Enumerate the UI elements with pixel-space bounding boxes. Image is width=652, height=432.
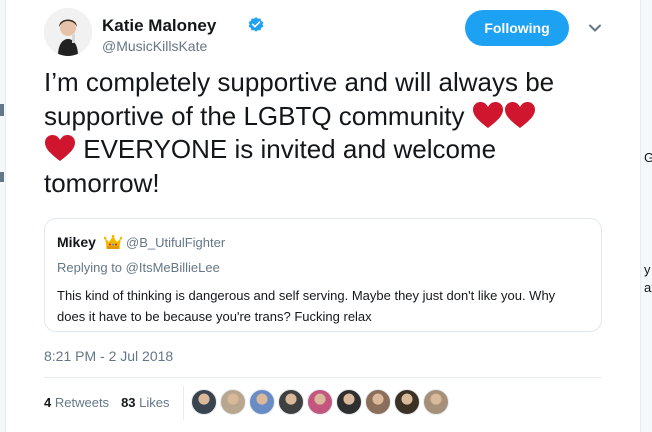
author-avatar[interactable]: [44, 8, 92, 56]
tweet-text-line: tomorrow!: [44, 167, 160, 198]
tweet-text-segment: EVERYONE is invited and welcome: [83, 134, 497, 164]
liker-avatar-3[interactable]: [249, 389, 275, 415]
retweets-label: Retweets: [54, 395, 110, 410]
chevron-down-icon[interactable]: [587, 20, 603, 36]
liker-avatar-6[interactable]: [336, 389, 362, 415]
background-fragment: [0, 172, 4, 182]
liker-avatar-9[interactable]: [423, 389, 449, 415]
following-button[interactable]: Following: [465, 10, 569, 46]
background-fragment: G: [644, 150, 652, 165]
red-heart-icon: [45, 135, 75, 161]
quoted-author-name: Mikey: [57, 234, 96, 250]
stats-divider: [183, 386, 184, 420]
tweet-text: I’m completely supportive and will alway…: [44, 66, 604, 200]
liker-avatar-1[interactable]: [191, 389, 217, 415]
replying-to: Replying to @ItsMeBillieLee: [57, 260, 220, 275]
quoted-text-line: does it have to be because you're trans?…: [57, 308, 372, 324]
tweet-stats: 4 Retweets 83 Likes: [44, 395, 170, 410]
quoted-tweet[interactable]: Mikey @B_UtifulFighter Replying to @ItsM…: [44, 218, 602, 332]
tweet-timestamp[interactable]: 8:21 PM - 2 Jul 2018: [44, 348, 173, 364]
quoted-tweet-text: This kind of thinking is dangerous and s…: [57, 286, 593, 327]
liker-avatar-2[interactable]: [220, 389, 246, 415]
liker-avatar-8[interactable]: [394, 389, 420, 415]
red-heart-icon: [472, 101, 503, 128]
author-name[interactable]: Katie Maloney: [102, 16, 216, 36]
background-page-right: G y ax: [640, 0, 652, 432]
quoted-author-handle: @B_UtifulFighter: [126, 235, 226, 250]
background-fragment: y: [644, 262, 651, 277]
tweet-text-line: EVERYONE is invited and welcome: [44, 133, 604, 167]
background-page-left: [0, 0, 6, 432]
avatar-photo-icon: [44, 8, 92, 56]
red-heart-icon: [504, 101, 535, 128]
retweets-count: 4: [44, 395, 52, 410]
retweets-stat[interactable]: 4 Retweets: [44, 395, 109, 410]
replying-to-handle[interactable]: @ItsMeBillieLee: [126, 260, 220, 275]
tweet-text-line: I’m completely supportive and will alway…: [44, 67, 555, 97]
likes-stat[interactable]: 83 Likes: [121, 395, 169, 410]
divider: [44, 377, 602, 378]
background-fragment: ax: [644, 280, 652, 295]
verified-badge-icon: [248, 17, 264, 32]
liker-avatar-7[interactable]: [365, 389, 391, 415]
author-handle[interactable]: @MusicKillsKate: [102, 38, 207, 54]
likes-count: 83: [121, 395, 136, 410]
background-fragment: [0, 104, 4, 116]
liker-avatar-4[interactable]: [278, 389, 304, 415]
replying-to-label: Replying to: [57, 260, 123, 275]
crown-icon: [104, 234, 122, 249]
liker-avatar-5[interactable]: [307, 389, 333, 415]
likes-label: Likes: [139, 395, 170, 410]
tweet-header: Katie Maloney @MusicKillsKate Following: [44, 8, 624, 56]
tweet-text-segment: supportive of the LGBTQ community: [44, 100, 465, 131]
quoted-text-line: This kind of thinking is dangerous and s…: [57, 288, 556, 303]
tweet-text-line: supportive of the LGBTQ community: [44, 100, 604, 134]
